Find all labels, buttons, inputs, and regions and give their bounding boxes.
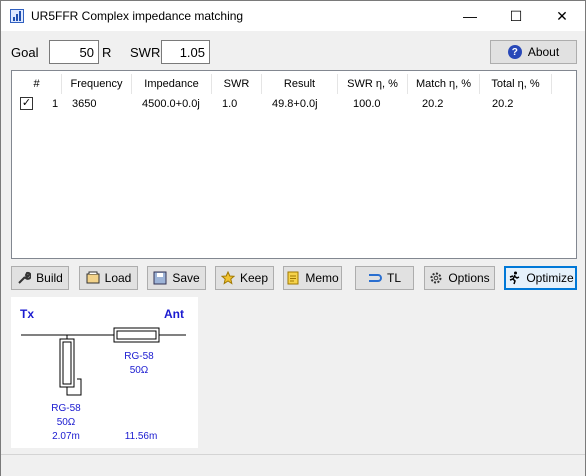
row-result: 49.8+0.0j: [272, 98, 318, 110]
keep-label: Keep: [239, 271, 269, 285]
row-checkbox[interactable]: ✓: [20, 97, 33, 110]
row-match-eff: 20.2: [422, 98, 444, 110]
load-label: Load: [104, 271, 132, 285]
col-header-swr-eff[interactable]: SWR η, %: [338, 74, 408, 94]
stub-impedance-label: 50Ω: [57, 417, 76, 428]
col-header-frequency[interactable]: Frequency: [62, 74, 132, 94]
window-title: UR5FFR Complex impedance matching: [31, 9, 244, 23]
row-total-eff: 20.2: [492, 98, 514, 110]
stub-cable-label: RG-58: [51, 403, 81, 414]
matching-schematic: Tx Ant RG-58 50Ω RG-58 50Ω 2.07m 11.56m: [11, 297, 198, 448]
save-icon: [153, 271, 167, 285]
col-header-swr[interactable]: SWR: [212, 74, 262, 94]
table-row[interactable]: ✓ 1 3650 4500.0+0.0j 1.0 49.8+0.0j 100.0…: [12, 94, 554, 114]
gear-icon: [430, 272, 442, 284]
tl-label: TL: [386, 271, 401, 285]
stub-length-label: 2.07m: [52, 431, 80, 442]
col-header-match-eff[interactable]: Match η, %: [408, 74, 480, 94]
col-header-total-eff[interactable]: Total η, %: [480, 74, 552, 94]
build-label: Build: [36, 271, 63, 285]
col-header-index[interactable]: #: [12, 74, 62, 94]
swr-label: SWR: [130, 45, 161, 60]
col-header-result[interactable]: Result: [262, 74, 338, 94]
app-window: UR5FFR Complex impedance matching — ☐ ✕ …: [0, 0, 586, 476]
ant-label: Ant: [164, 307, 184, 321]
series-cable-label: RG-58: [124, 351, 154, 362]
title-bar: UR5FFR Complex impedance matching — ☐ ✕: [1, 1, 585, 31]
col-header-impedance[interactable]: Impedance: [132, 74, 212, 94]
row-frequency: 3650: [72, 98, 97, 110]
row-impedance: 4500.0+0.0j: [142, 98, 200, 110]
help-icon: ?: [507, 45, 522, 59]
series-impedance-label: 50Ω: [130, 365, 149, 376]
app-bar-chart-icon: [10, 9, 24, 23]
load-icon: [86, 271, 100, 284]
load-button[interactable]: Load: [79, 266, 138, 290]
row-swr: 1.0: [222, 98, 238, 110]
about-button[interactable]: ? About: [490, 40, 577, 64]
swr-input[interactable]: 1.05: [161, 40, 210, 64]
about-label: About: [527, 45, 560, 59]
save-button[interactable]: Save: [147, 266, 206, 290]
build-button[interactable]: Build: [11, 266, 69, 290]
save-label: Save: [172, 271, 200, 285]
running-person-icon: [510, 271, 520, 285]
series-length-label: 11.56m: [125, 431, 158, 442]
table-header: # Frequency Impedance SWR Result SWR η, …: [12, 74, 554, 94]
schematic-diagram: Tx Ant RG-58 50Ω RG-58 50Ω 2.07m 11.56m: [20, 307, 186, 442]
memo-icon: [287, 271, 299, 285]
optimize-button[interactable]: Optimize: [504, 266, 577, 290]
tl-button[interactable]: TL: [355, 266, 414, 290]
row-index: 1: [51, 98, 59, 110]
options-label: Options: [448, 271, 490, 285]
goal-label: Goal: [11, 45, 39, 60]
maximize-button[interactable]: ☐: [493, 1, 539, 31]
status-bar: [1, 454, 585, 476]
close-button[interactable]: ✕: [539, 1, 585, 31]
tx-label: Tx: [20, 307, 34, 321]
wrench-icon: [18, 271, 32, 284]
results-table[interactable]: # Frequency Impedance SWR Result SWR η, …: [11, 70, 577, 259]
memo-button[interactable]: Memo: [283, 266, 342, 290]
minimize-button[interactable]: —: [447, 1, 493, 31]
keep-button[interactable]: Keep: [215, 266, 274, 290]
memo-label: Memo: [305, 271, 339, 285]
options-button[interactable]: Options: [424, 266, 495, 290]
goal-input[interactable]: 50: [49, 40, 99, 64]
optimize-label: Optimize: [526, 271, 574, 285]
transmission-line-icon: [368, 274, 382, 282]
star-icon: [220, 271, 235, 285]
row-swr-eff: 100.0: [353, 98, 381, 110]
goal-unit: R: [102, 45, 112, 60]
